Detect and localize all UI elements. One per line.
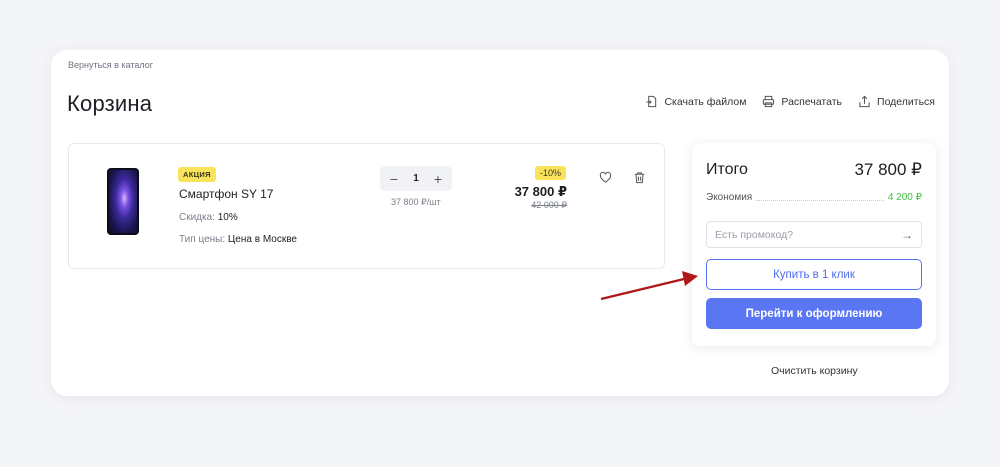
download-file-button[interactable]: Скачать файлом: [645, 95, 746, 108]
clear-cart-button[interactable]: Очистить корзину: [771, 365, 858, 377]
cart-item: АКЦИЯ Смартфон SY 17 Скидка: 10% Тип цен…: [68, 143, 665, 269]
increase-quantity-button[interactable]: +: [432, 171, 444, 187]
buy-one-click-button[interactable]: Купить в 1 клик: [706, 259, 922, 290]
print-label: Распечатать: [781, 95, 843, 108]
item-price: 37 800 ₽: [514, 184, 567, 199]
quantity-stepper: − 1 +: [380, 166, 452, 191]
download-file-icon: [646, 95, 657, 108]
print-button[interactable]: Распечатать: [762, 95, 842, 108]
price-type-label: Тип цены:: [179, 234, 226, 245]
total-label: Итого: [706, 161, 748, 178]
heart-icon: [599, 171, 612, 183]
arrow-right-icon[interactable]: →: [901, 228, 913, 242]
trash-icon: [634, 172, 645, 184]
decrease-quantity-button[interactable]: −: [388, 171, 400, 187]
printer-icon: [763, 95, 775, 108]
order-summary: Итого 37 800 ₽ Экономия 4 200 ₽ → Купить…: [692, 143, 936, 346]
share-icon: [859, 95, 870, 108]
product-image[interactable]: [107, 168, 139, 235]
share-button[interactable]: Поделиться: [858, 95, 935, 108]
promo-code-input[interactable]: [715, 228, 901, 241]
savings-label: Экономия: [706, 192, 753, 203]
checkout-button[interactable]: Перейти к оформлению: [706, 298, 922, 329]
item-old-price: 42 000 ₽: [531, 200, 567, 210]
dotted-leader: [756, 200, 884, 201]
favorite-button[interactable]: [599, 171, 612, 189]
delete-item-button[interactable]: [633, 171, 646, 189]
share-label: Поделиться: [877, 95, 935, 108]
download-file-label: Скачать файлом: [664, 95, 747, 108]
sale-badge: АКЦИЯ: [178, 167, 216, 182]
discount-label: Скидка:: [179, 212, 215, 223]
discount-value: 10%: [217, 212, 238, 223]
discount-info: Скидка: 10%: [179, 212, 238, 223]
back-to-catalog-link[interactable]: Вернуться в каталог: [68, 60, 153, 70]
header-actions: Скачать файлом Распечатать Поделиться: [645, 95, 935, 108]
total-value: 37 800 ₽: [854, 160, 922, 179]
savings-row: Экономия 4 200 ₽: [706, 192, 922, 203]
page-title: Корзина: [67, 91, 153, 116]
price-type-value: Цена в Москве: [227, 234, 297, 245]
promo-code-field: →: [706, 221, 922, 248]
quantity-value[interactable]: 1: [413, 173, 419, 184]
cart-card: Вернуться в каталог Корзина Скачать файл…: [51, 50, 949, 396]
discount-badge: -10%: [535, 166, 567, 180]
product-name[interactable]: Смартфон SY 17: [179, 187, 273, 201]
price-type-info: Тип цены: Цена в Москве: [179, 234, 297, 245]
unit-price: 37 800 ₽/шт: [391, 197, 441, 207]
savings-value: 4 200 ₽: [887, 192, 922, 203]
